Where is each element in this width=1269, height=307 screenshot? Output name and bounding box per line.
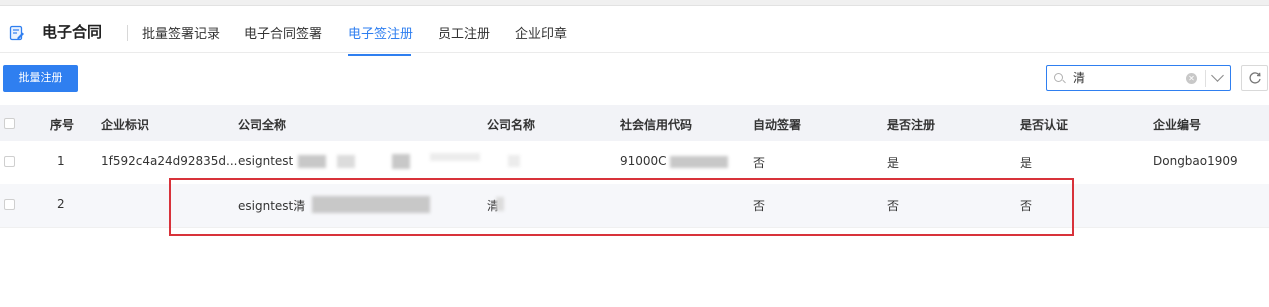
cell-auto-sign: 否 bbox=[753, 199, 766, 213]
cell-enterprise-id: 1f592c4a24d92835d... bbox=[101, 154, 238, 168]
tab-esign-register[interactable]: 电子签注册 bbox=[348, 23, 413, 42]
col-header-enterprise-id: 企业标识 bbox=[101, 118, 150, 132]
col-header-certified: 是否认证 bbox=[1020, 118, 1069, 132]
col-header-full-name: 公司全称 bbox=[238, 118, 287, 132]
clear-icon[interactable]: ✕ bbox=[1186, 73, 1197, 84]
cell-certified: 是 bbox=[1020, 156, 1033, 170]
page-header: 电子合同 批量签署记录 电子合同签署 电子签注册 员工注册 企业印章 bbox=[0, 6, 1269, 56]
col-header-enterprise-no: 企业编号 bbox=[1153, 118, 1202, 132]
cell-full-name: esigntest清 bbox=[238, 199, 306, 213]
contract-edit-icon bbox=[9, 25, 24, 41]
table-row[interactable]: 2 esigntest清 清 否 否 否 bbox=[0, 184, 1269, 228]
col-header-auto-sign: 自动签署 bbox=[753, 118, 802, 132]
cell-certified: 否 bbox=[1020, 199, 1033, 213]
row-checkbox[interactable] bbox=[4, 156, 15, 167]
redaction-mask bbox=[508, 155, 520, 167]
redaction-mask bbox=[496, 197, 504, 211]
redaction-mask bbox=[298, 155, 326, 168]
col-header-registered: 是否注册 bbox=[887, 118, 936, 132]
col-header-index: 序号 bbox=[50, 118, 75, 132]
search-select[interactable]: ✕ bbox=[1046, 65, 1231, 91]
redaction-mask bbox=[430, 153, 480, 161]
cell-full-name: esigntest bbox=[238, 154, 294, 168]
col-header-short-name: 公司名称 bbox=[487, 118, 536, 132]
cell-credit-code: 91000C bbox=[620, 154, 667, 168]
chevron-down-icon[interactable] bbox=[1211, 69, 1224, 82]
cell-registered: 是 bbox=[887, 156, 900, 170]
table-header: 序号 企业标识 公司全称 公司名称 社会信用代码 自动签署 是否注册 是否认证 … bbox=[0, 105, 1269, 141]
tab-contract-signing[interactable]: 电子合同签署 bbox=[244, 23, 322, 42]
refresh-icon bbox=[1249, 72, 1261, 84]
cell-index: 1 bbox=[57, 154, 65, 168]
tab-company-seal[interactable]: 企业印章 bbox=[515, 23, 567, 42]
cell-registered: 否 bbox=[887, 199, 900, 213]
select-all-checkbox[interactable] bbox=[4, 118, 15, 129]
redaction-mask bbox=[312, 196, 430, 213]
col-header-credit-code: 社会信用代码 bbox=[620, 118, 693, 132]
tab-batch-sign-records[interactable]: 批量签署记录 bbox=[142, 23, 220, 42]
dropdown-separator bbox=[1205, 70, 1206, 87]
page-title: 电子合同 bbox=[42, 23, 103, 41]
cell-index: 2 bbox=[57, 197, 65, 211]
cell-auto-sign: 否 bbox=[753, 156, 766, 170]
batch-register-button[interactable]: 批量注册 bbox=[3, 65, 78, 92]
cell-enterprise-no: Dongbao1909 bbox=[1153, 154, 1238, 168]
row-checkbox[interactable] bbox=[4, 199, 15, 210]
table-row[interactable]: 1 1f592c4a24d92835d... esigntest 91000C … bbox=[0, 141, 1269, 185]
search-icon bbox=[1054, 73, 1063, 82]
redaction-mask bbox=[337, 155, 355, 168]
refresh-button[interactable] bbox=[1241, 65, 1268, 91]
title-divider bbox=[127, 25, 128, 41]
active-tab-indicator bbox=[348, 54, 411, 56]
redaction-mask bbox=[670, 156, 728, 168]
tab-employee-register[interactable]: 员工注册 bbox=[438, 23, 490, 42]
redaction-mask bbox=[392, 154, 410, 169]
search-input[interactable] bbox=[1071, 69, 1175, 85]
